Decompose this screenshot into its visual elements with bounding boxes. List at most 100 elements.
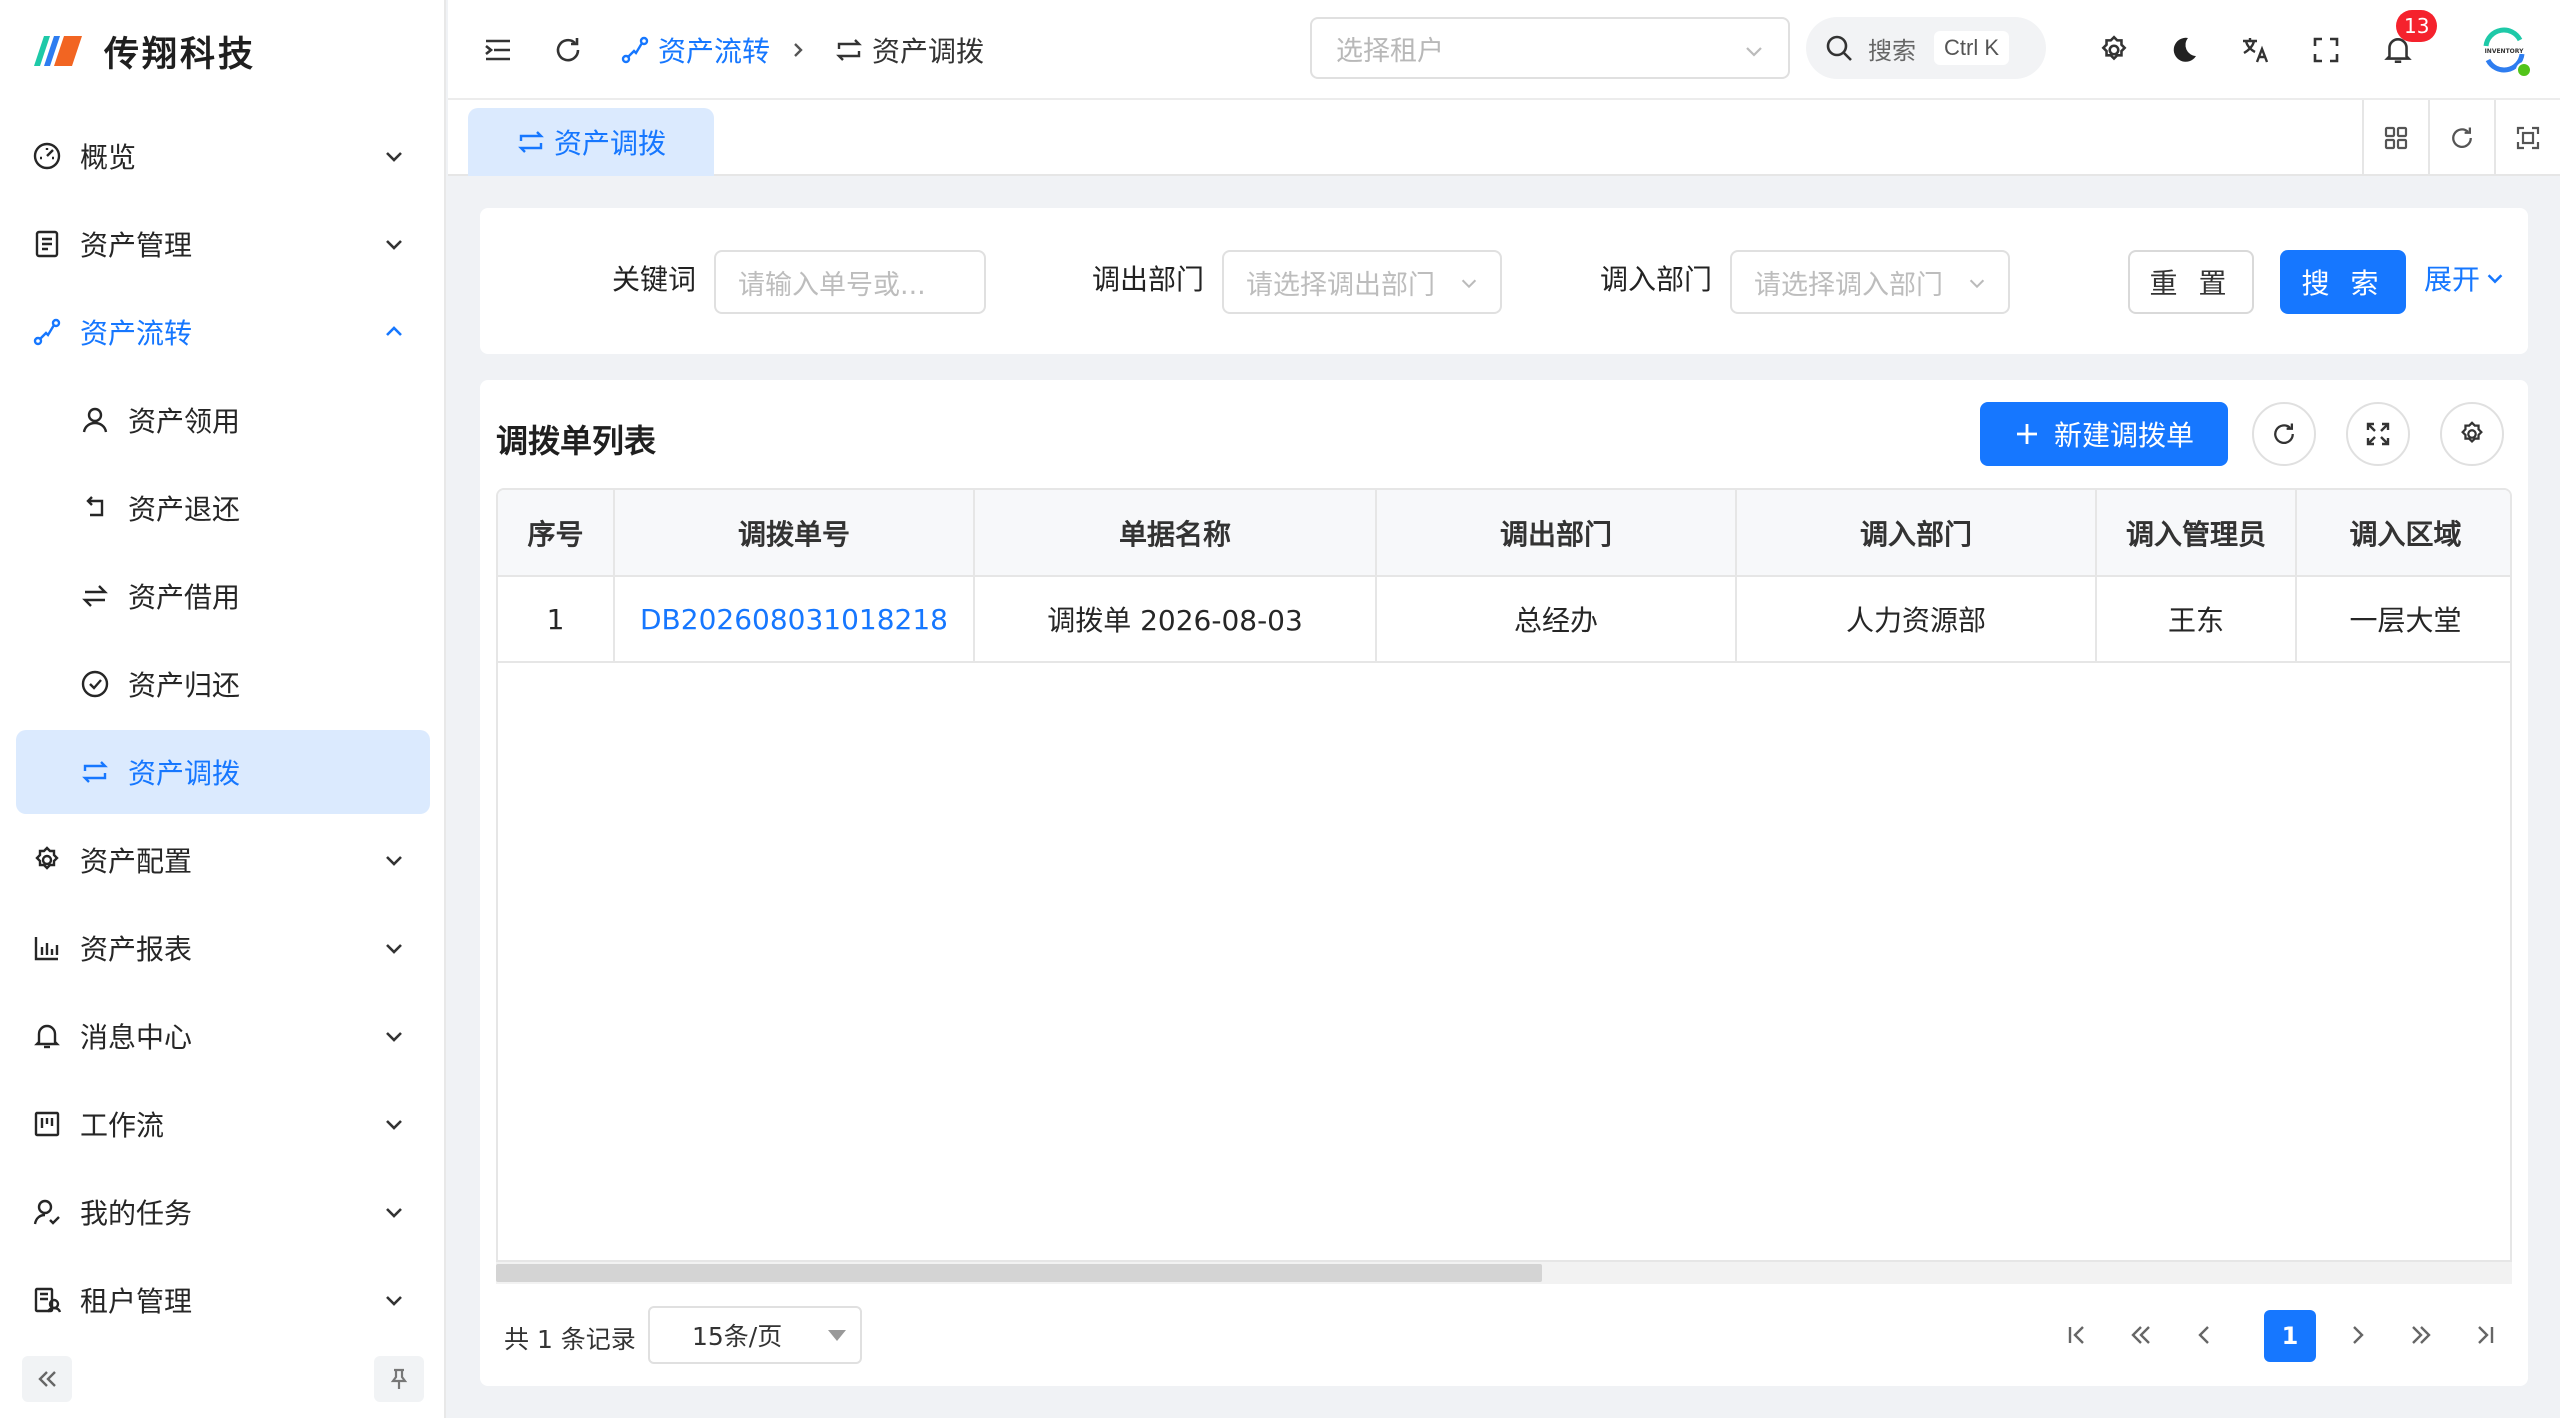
in-dept-select[interactable]: 请选择调入部门 <box>1730 250 2010 314</box>
maximize-icon <box>2516 126 2540 150</box>
sidebar-item-workflow[interactable]: 工作流 <box>0 1080 446 1168</box>
brand-logo: 传翔科技 <box>26 26 256 76</box>
first-page-button[interactable] <box>2052 1310 2102 1360</box>
sidebar-item-asset-config[interactable]: 资产配置 <box>0 816 446 904</box>
scrollbar-thumb[interactable] <box>496 1264 1542 1282</box>
transfer-icon <box>836 39 862 61</box>
chevron-down-icon <box>386 240 402 250</box>
sidebar-item-asset-borrow[interactable]: 资产借用 <box>0 552 446 640</box>
refresh-button[interactable] <box>548 30 588 70</box>
chevron-down-icon <box>386 1208 402 1218</box>
column-header[interactable]: 调出部门 <box>1376 490 1737 577</box>
search-label: 搜索 <box>1868 36 1916 65</box>
breadcrumb-label: 资产流转 <box>658 35 771 68</box>
double-chevron-left-icon <box>38 1371 56 1387</box>
sidebar-item-asset-transfer[interactable]: 资产调拨 <box>16 730 430 814</box>
in-dept-placeholder: 请选择调入部门 <box>1754 269 1943 301</box>
chevron-up-icon <box>386 326 402 336</box>
column-header[interactable]: 单据名称 <box>974 490 1377 577</box>
page-number-current[interactable]: 1 <box>2264 1310 2316 1362</box>
dark-mode-toggle[interactable] <box>2164 30 2204 70</box>
reset-button[interactable]: 重 置 <box>2128 250 2254 314</box>
tenant-select[interactable]: 选择租户 <box>1310 17 1790 79</box>
last-page-button[interactable] <box>2460 1310 2510 1360</box>
tabs-maximize-button[interactable] <box>2494 100 2560 176</box>
tenant-select-placeholder: 选择租户 <box>1336 35 1444 67</box>
transfer-number-link[interactable]: DB202608031018218 <box>614 576 975 663</box>
table-settings-button[interactable] <box>2440 402 2504 466</box>
transfer-list-panel: 调拨单列表 新建调拨单 序号 调拨单号 单据名称 调出部门 调入部门 调入管理员 <box>480 380 2528 1386</box>
sidebar-item-overview[interactable]: 概览 <box>0 112 446 200</box>
menu-toggle-button[interactable] <box>478 30 518 70</box>
settings-button[interactable] <box>2094 30 2134 70</box>
sidebar-item-asset-management[interactable]: 资产管理 <box>0 200 446 288</box>
expand-label: 展开 <box>2424 263 2481 296</box>
chevron-right-icon <box>2353 1326 2364 1344</box>
global-search-button[interactable]: 搜索 Ctrl K <box>1806 17 2046 79</box>
sidebar-menu: 概览 资产管理 资产流转 资产领用 资产退还 资产借用 资产归还 资产调拨 资产… <box>0 112 446 1344</box>
next-group-button[interactable] <box>2396 1310 2446 1360</box>
prev-group-button[interactable] <box>2116 1310 2166 1360</box>
keyword-placeholder: 请输入单号或... <box>738 269 926 301</box>
sidebar-item-label: 消息中心 <box>80 1021 193 1054</box>
column-header[interactable]: 调入区域 <box>2296 490 2510 577</box>
sidebar-item-asset-flow[interactable]: 资产流转 <box>0 288 446 376</box>
table-cell-out-dept: 总经办 <box>1376 576 1737 663</box>
avatar-logo-text: INVENTORY <box>2485 48 2525 55</box>
column-header[interactable]: 调入管理员 <box>2096 490 2297 577</box>
table-header-row: 序号 调拨单号 单据名称 调出部门 调入部门 调入管理员 调入区域 <box>498 490 2510 577</box>
table-cell-name: 调拨单 2026-08-03 <box>974 576 1377 663</box>
page-size-select[interactable]: 15条/页 <box>648 1306 862 1364</box>
chevron-down-icon <box>386 856 402 866</box>
sidebar-item-asset-giveback[interactable]: 资产归还 <box>0 640 446 728</box>
out-dept-select[interactable]: 请选择调出部门 <box>1222 250 1502 314</box>
fullscreen-button[interactable] <box>2306 30 2346 70</box>
user-icon <box>82 407 108 433</box>
sidebar-item-label: 资产借用 <box>128 581 241 614</box>
pin-sidebar-button[interactable] <box>374 1356 424 1402</box>
flow-icon <box>33 318 61 346</box>
sidebar-item-my-tasks[interactable]: 我的任务 <box>0 1168 446 1256</box>
search-button[interactable]: 搜 索 <box>2280 250 2406 314</box>
column-header[interactable]: 调入部门 <box>1736 490 2097 577</box>
sidebar-item-label: 概览 <box>80 141 137 174</box>
table-fullscreen-button[interactable] <box>2346 402 2410 466</box>
expand-filters-button[interactable]: 展开 <box>2424 258 2506 298</box>
table-cell-index: 1 <box>498 576 615 663</box>
sidebar-item-asset-return[interactable]: 资产退还 <box>0 464 446 552</box>
sidebar-item-asset-report[interactable]: 资产报表 <box>0 904 446 992</box>
gear-icon <box>35 846 59 870</box>
horizontal-scrollbar[interactable] <box>496 1260 2512 1284</box>
tab-asset-transfer[interactable]: 资产调拨 <box>468 108 714 176</box>
keyword-input[interactable]: 请输入单号或... <box>714 250 986 314</box>
menu-fold-icon <box>485 39 510 61</box>
tabs-grid-button[interactable] <box>2362 100 2428 176</box>
collapse-sidebar-button[interactable] <box>22 1356 72 1402</box>
refresh-icon <box>2274 423 2294 444</box>
column-header[interactable]: 调拨单号 <box>614 490 975 577</box>
bell-icon <box>34 1024 60 1049</box>
expand-arrows-icon <box>2366 422 2390 446</box>
sidebar-item-asset-requisition[interactable]: 资产领用 <box>0 376 446 464</box>
column-header[interactable]: 序号 <box>498 490 615 577</box>
table-cell-in-dept: 人力资源部 <box>1736 576 2097 663</box>
sidebar-item-tenant-management[interactable]: 租户管理 <box>0 1256 446 1344</box>
breadcrumb-item-asset-flow[interactable]: 资产流转 <box>620 28 770 72</box>
table-refresh-button[interactable] <box>2252 402 2316 466</box>
search-icon <box>1826 35 1852 61</box>
tabs-refresh-button[interactable] <box>2428 100 2494 176</box>
prev-page-button[interactable] <box>2180 1310 2230 1360</box>
chevron-down-icon <box>1461 279 1477 289</box>
next-page-button[interactable] <box>2332 1310 2382 1360</box>
last-page-icon <box>2478 1326 2494 1344</box>
table-row[interactable]: 1 DB202608031018218 调拨单 2026-08-03 总经办 人… <box>498 576 2510 663</box>
sidebar-item-message-center[interactable]: 消息中心 <box>0 992 446 1080</box>
sidebar-item-label: 资产领用 <box>128 405 241 438</box>
language-switch-button[interactable] <box>2236 30 2276 70</box>
check-circle-icon <box>81 670 109 698</box>
avatar[interactable]: INVENTORY <box>2476 24 2532 78</box>
tenant-icon <box>34 1287 62 1313</box>
document-list-icon <box>35 230 59 258</box>
chevron-down-icon <box>386 152 402 162</box>
new-transfer-button[interactable]: 新建调拨单 <box>1980 402 2228 466</box>
